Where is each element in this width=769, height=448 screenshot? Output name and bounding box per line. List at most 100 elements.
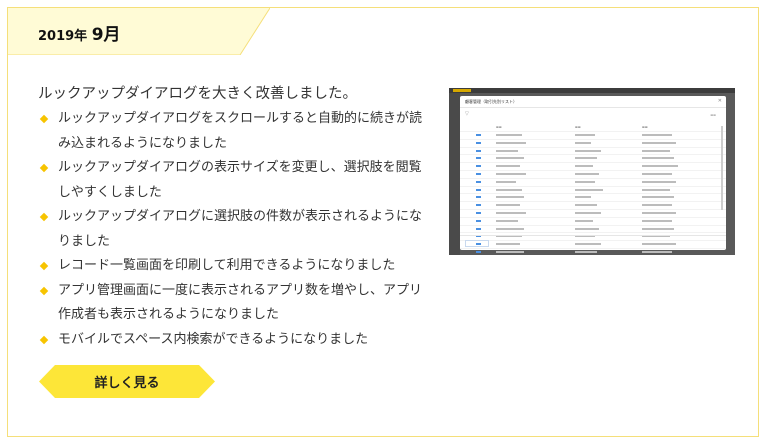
screenshot-footer-button: [465, 240, 489, 247]
screenshot-table-row: [460, 185, 726, 194]
screenshot-cell: [496, 250, 524, 253]
feature-item: レコード一覧画面を印刷して利用できるようになりました: [38, 254, 428, 279]
screenshot-table-row: [460, 162, 726, 170]
screenshot-cell: [575, 172, 599, 175]
release-date: 2019年 9月: [38, 20, 121, 45]
screenshot-cell: [642, 188, 670, 191]
screenshot-cell: [642, 219, 672, 222]
screenshot-select-link: [476, 211, 481, 214]
screenshot-table-row: [460, 193, 726, 201]
screenshot-select-link: [476, 219, 481, 222]
lookup-dialog-screenshot: 顧客管理（取引先別リスト） ✕ ▽ ▬▬ ▬▬ ▬▬ ▬▬: [449, 88, 735, 255]
screenshot-cell: [496, 227, 524, 230]
screenshot-table-row: [460, 201, 726, 209]
date-tab: 2019年 9月: [8, 8, 270, 55]
screenshot-topbar: [449, 88, 735, 93]
screenshot-select-link: [476, 204, 481, 207]
screenshot-cell: [642, 141, 676, 144]
screenshot-select-link: [476, 196, 481, 199]
screenshot-cell: [575, 219, 593, 222]
screenshot-dialog-title: 顧客管理（取引先別リスト）: [465, 99, 517, 104]
screenshot-sidebar: [449, 93, 460, 255]
screenshot-select-link: [476, 180, 481, 183]
details-button[interactable]: 詳しく見る: [39, 365, 215, 398]
screenshot-cell: [496, 141, 526, 144]
screenshot-cell: [575, 188, 603, 191]
diamond-bullet-icon: [39, 261, 49, 271]
screenshot-cell: [496, 204, 520, 207]
screenshot-cell: [642, 227, 674, 230]
screenshot-table-row: [460, 216, 726, 225]
screenshot-cell: [642, 134, 672, 136]
release-month: 9月: [91, 25, 121, 45]
screenshot-select-link: [476, 157, 481, 160]
diamond-bullet-icon: [39, 335, 49, 344]
filter-icon: ▽: [465, 111, 469, 117]
screenshot-cell: [496, 157, 524, 160]
feature-item-text: ルックアップダイアログに選択肢の件数が表示されるようになりました: [58, 209, 423, 249]
screenshot-cell: [575, 165, 593, 168]
screenshot-cell: [575, 227, 599, 230]
screenshot-table-row: [460, 224, 726, 233]
screenshot-cell: [496, 149, 518, 152]
screenshot-cell: [642, 180, 676, 183]
screenshot-cell: [642, 211, 676, 214]
release-note-card: 2019年 9月 ルックアップダイアログを大きく改善しました。 ルックアップダイ…: [7, 7, 759, 437]
screenshot-cell: [575, 250, 597, 253]
screenshot-cell: [575, 211, 601, 214]
screenshot-cell: [575, 141, 591, 144]
screenshot-header-cell: ▬▬: [575, 125, 581, 129]
screenshot-header-cell: ▬▬: [496, 125, 502, 129]
screenshot-cell: [642, 172, 672, 175]
screenshot-cell: [575, 134, 595, 136]
feature-item: ルックアップダイアログをスクロールすると自動的に続きが読み込まれるようになりまし…: [38, 107, 428, 156]
screenshot-cell: [496, 172, 526, 175]
screenshot-cell: [496, 180, 516, 183]
feature-item: モバイルでスペース内検索ができるようになりました: [38, 328, 428, 353]
screenshot-dialog: 顧客管理（取引先別リスト） ✕ ▽ ▬▬ ▬▬ ▬▬ ▬▬: [460, 96, 726, 253]
screenshot-select-link: [476, 227, 481, 230]
intro-text: ルックアップダイアログを大きく改善しました。: [38, 86, 357, 102]
diamond-bullet-icon: [39, 212, 49, 222]
screenshot-cell: [642, 157, 674, 160]
diamond-bullet-icon: [39, 114, 49, 124]
feature-item-text: モバイルでスペース内検索ができるようになりました: [58, 331, 369, 347]
screenshot-cell: [496, 196, 524, 199]
screenshot-cell: [575, 180, 595, 183]
screenshot-table-row: [460, 138, 726, 147]
screenshot-cell: [642, 204, 672, 207]
feature-item-text: レコード一覧画面を印刷して利用できるようになりました: [58, 258, 396, 273]
screenshot-cell: [575, 204, 597, 207]
screenshot-select-link: [476, 250, 481, 253]
close-icon: ✕: [717, 98, 722, 104]
screenshot-table-row: [460, 177, 726, 186]
screenshot-select-link: [476, 165, 481, 168]
screenshot-select-link: [476, 188, 481, 191]
feature-item-text: ルックアップダイアログの表示サイズを変更し、選択肢を閲覧しやすくしました: [58, 160, 422, 200]
feature-item-text: ルックアップダイアログをスクロールすると自動的に続きが読み込まれるようになりまし…: [58, 111, 423, 151]
feature-item-text: アプリ管理画面に一度に表示されるアプリ数を増やし、アプリ作成者も表示されるように…: [58, 282, 423, 323]
screenshot-cell: [642, 196, 674, 199]
screenshot-logo: [453, 89, 471, 92]
screenshot-cell: [496, 188, 522, 191]
screenshot-table-row: [460, 169, 726, 178]
screenshot-cell: [642, 250, 672, 253]
screenshot-table-header: ▬▬ ▬▬ ▬▬: [460, 124, 726, 131]
screenshot-cell: [642, 149, 670, 152]
screenshot-table-row: [460, 146, 726, 155]
screenshot-count-badge: ▬▬: [710, 113, 716, 117]
screenshot-header-cell: ▬▬: [642, 125, 648, 129]
feature-item: ルックアップダイアログの表示サイズを変更し、選択肢を閲覧しやすくしました: [38, 156, 428, 205]
diamond-bullet-icon: [39, 163, 49, 173]
screenshot-cell: [575, 157, 597, 160]
screenshot-table-row: [460, 154, 726, 162]
screenshot-cell: [642, 165, 678, 168]
screenshot-cell: [575, 196, 591, 199]
screenshot-table-row: [460, 131, 726, 139]
feature-item: アプリ管理画面に一度に表示されるアプリ数を増やし、アプリ作成者も表示されるように…: [38, 279, 428, 328]
feature-list: ルックアップダイアログをスクロールすると自動的に続きが読み込まれるようになりまし…: [38, 107, 428, 352]
divider: [460, 107, 726, 108]
screenshot-cell: [496, 211, 526, 214]
diamond-bullet-icon: [39, 286, 49, 295]
screenshot-cell: [496, 165, 520, 168]
